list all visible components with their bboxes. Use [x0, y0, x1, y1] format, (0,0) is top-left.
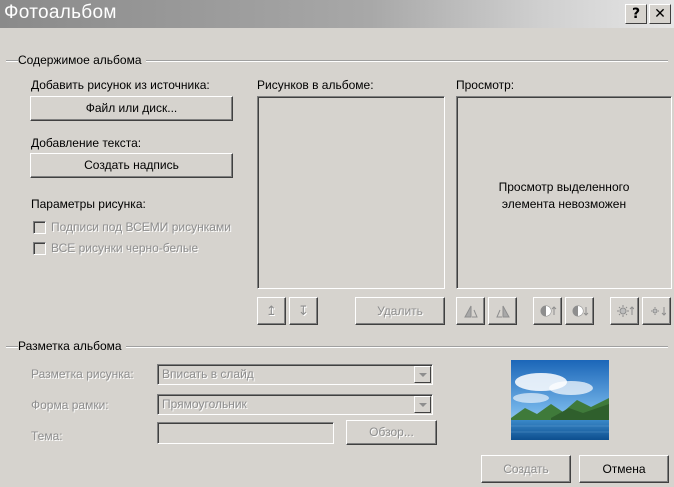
- picture-params-label: Параметры рисунка:: [31, 197, 146, 211]
- layout-preview-thumbnail: [511, 360, 609, 440]
- rotate-left-icon: [463, 305, 478, 318]
- add-text-label: Добавление текста:: [31, 136, 142, 150]
- contrast-up-icon: [540, 305, 556, 317]
- picture-layout-label: Разметка рисунка:: [31, 367, 134, 381]
- create-caption-button[interactable]: Создать надпись: [30, 153, 233, 178]
- frame-shape-value: Прямоугольник: [162, 397, 247, 411]
- preview-message-line1: Просмотр выделенного: [498, 180, 630, 194]
- contrast-down-icon: [572, 305, 588, 317]
- contrast-up-button[interactable]: [533, 297, 562, 325]
- window-title: Фотоальбом: [4, 2, 117, 23]
- preview-message: Просмотр выделенного элемента невозможен: [457, 179, 671, 213]
- picture-layout-value: Вписать в слайд: [162, 367, 254, 381]
- album-layout-group-label: Разметка альбома: [18, 339, 126, 353]
- preview-message-line2: элемента невозможен: [501, 197, 627, 211]
- captions-checkbox[interactable]: [33, 221, 46, 234]
- brightness-down-icon: [650, 307, 666, 316]
- album-content-group-label: Содержимое альбома: [18, 53, 146, 67]
- close-button[interactable]: ✕: [649, 4, 671, 24]
- delete-button[interactable]: Удалить: [355, 297, 445, 325]
- close-icon: ✕: [654, 6, 666, 22]
- preview-label: Просмотр:: [456, 78, 515, 92]
- theme-input[interactable]: [157, 422, 334, 444]
- pictures-in-album-label: Рисунков в альбоме:: [257, 78, 374, 92]
- move-up-button[interactable]: ↥: [257, 297, 286, 325]
- rotate-left-button[interactable]: [456, 297, 485, 325]
- move-down-button[interactable]: ↧: [289, 297, 318, 325]
- file-or-disk-button[interactable]: Файл или диск...: [30, 96, 233, 121]
- browse-button[interactable]: Обзор...: [346, 420, 437, 445]
- create-button[interactable]: Создать: [481, 455, 571, 483]
- chevron-down-icon[interactable]: [414, 366, 431, 383]
- brightness-up-button[interactable]: [610, 297, 639, 325]
- arrow-down-icon: ↧: [298, 303, 309, 318]
- picture-layout-select[interactable]: Вписать в слайд: [157, 364, 433, 385]
- brightness-down-button[interactable]: [642, 297, 671, 325]
- bw-checkbox[interactable]: [33, 242, 46, 255]
- contrast-down-button[interactable]: [565, 297, 594, 325]
- add-picture-label: Добавить рисунок из источника:: [31, 78, 210, 92]
- title-bar: Фотоальбом ? ✕: [0, 0, 674, 28]
- rotate-right-icon: [495, 305, 510, 318]
- theme-label: Тема:: [31, 429, 63, 443]
- captions-checkbox-label: Подписи под ВСЕМИ рисунками: [51, 220, 231, 234]
- help-button[interactable]: ?: [625, 4, 647, 24]
- rotate-right-button[interactable]: [488, 297, 517, 325]
- bw-checkbox-label: ВСЕ рисунки черно-белые: [51, 241, 199, 255]
- arrow-up-icon: ↥: [266, 303, 277, 318]
- landscape-image: [511, 360, 609, 440]
- preview-pane: Просмотр выделенного элемента невозможен: [456, 96, 672, 289]
- chevron-down-icon[interactable]: [414, 396, 431, 413]
- pictures-list[interactable]: [257, 96, 445, 289]
- frame-shape-select[interactable]: Прямоугольник: [157, 394, 433, 415]
- cancel-button[interactable]: Отмена: [579, 455, 669, 483]
- brightness-up-icon: [616, 305, 634, 317]
- frame-shape-label: Форма рамки:: [31, 398, 109, 412]
